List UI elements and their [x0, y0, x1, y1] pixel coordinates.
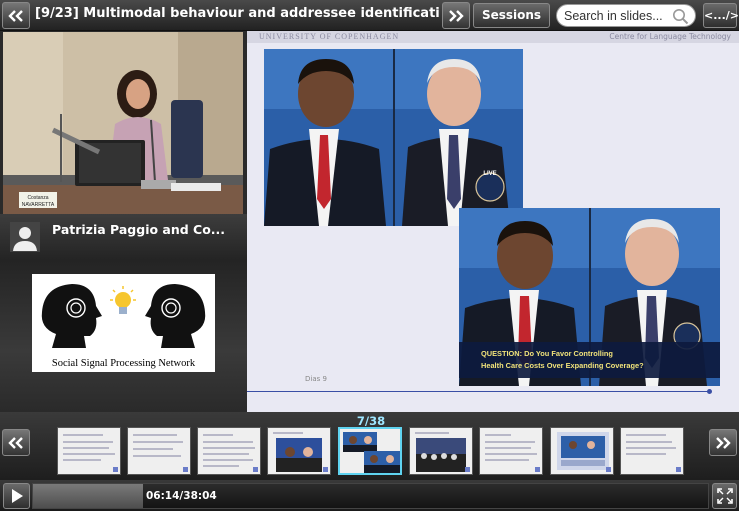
slide-viewer: UNIVERSITY OF COPENHAGEN Centre for Lang… — [247, 31, 739, 412]
slide-thumbnail[interactable] — [409, 427, 473, 475]
prev-slide-button[interactable] — [2, 2, 30, 29]
sspnet-logo[interactable]: Social Signal Processing Network — [32, 274, 215, 372]
next-slide-button[interactable] — [442, 2, 470, 29]
slide-counter: 7/38 — [356, 414, 386, 428]
thumbnails-next-button[interactable] — [709, 429, 737, 456]
sessions-button[interactable]: Sessions — [473, 3, 550, 28]
slide-footer-dot — [707, 389, 712, 394]
slide-thumbnail[interactable] — [127, 427, 191, 475]
prev-slide-icon — [8, 436, 23, 449]
live-badge: LIVE — [483, 171, 496, 177]
slide-thumbnail[interactable] — [550, 427, 614, 475]
slide-header-left: UNIVERSITY OF COPENHAGEN — [259, 32, 400, 41]
speaker-name: Patrizia Paggio and Co... — [52, 222, 226, 237]
svg-text:NAVARRETTA: NAVARRETTA — [22, 202, 55, 208]
search-box[interactable] — [556, 4, 696, 27]
player-controls: 06:14/38:04 — [0, 480, 739, 511]
embed-button[interactable]: <.../> — [703, 3, 739, 28]
prev-slide-icon — [8, 9, 23, 22]
slide-thumbnail-active[interactable] — [338, 427, 402, 475]
slide-caption-line-2: Health Care Costs Over Expanding Coverag… — [481, 361, 644, 370]
slide-header: UNIVERSITY OF COPENHAGEN Centre for Lang… — [247, 31, 739, 43]
slide-thumbnail[interactable] — [57, 427, 121, 475]
slide-header-right: Centre for Language Technology — [609, 32, 731, 41]
debate-photo-1: LIVE — [264, 49, 523, 226]
seek-bar-progress — [33, 484, 144, 508]
next-slide-icon — [449, 9, 464, 22]
top-bar: [9/23] Multimodal behaviour and addresse… — [0, 0, 739, 31]
speaker-info: Patrizia Paggio and Co... — [0, 214, 247, 260]
seek-bar[interactable]: 06:14/38:04 — [32, 483, 709, 509]
fullscreen-icon — [716, 488, 733, 504]
slide-thumbnail[interactable] — [479, 427, 543, 475]
sspnet-caption: Social Signal Processing Network — [51, 358, 196, 369]
fullscreen-button[interactable] — [712, 483, 737, 509]
thumbnails-prev-button[interactable] — [2, 429, 30, 456]
lecture-title: [9/23] Multimodal behaviour and addresse… — [35, 6, 440, 21]
slide-footer: Dias 9 — [305, 375, 327, 383]
slide-footer-line — [247, 391, 709, 392]
sspnet-logo-graphic — [41, 284, 206, 348]
speaker-video[interactable]: Costanza NAVARRETTA — [3, 32, 243, 214]
search-icon[interactable] — [672, 8, 689, 25]
slide-thumbnail[interactable] — [197, 427, 261, 475]
slide-thumbnail[interactable] — [620, 427, 684, 475]
user-avatar-icon — [10, 222, 40, 252]
svg-text:Costanza: Costanza — [27, 195, 48, 201]
play-icon — [11, 489, 23, 503]
next-slide-icon — [716, 436, 731, 449]
time-display: 06:14/38:04 — [146, 490, 217, 502]
thumbnail-strip: 7/38 — [0, 412, 739, 480]
debate-photo-2: QUESTION: Do You Favor Controlling Healt… — [459, 208, 720, 386]
sponsor-area: Social Signal Processing Network — [0, 260, 247, 412]
slide-thumbnail[interactable] — [267, 427, 331, 475]
slide-caption-line-1: QUESTION: Do You Favor Controlling — [481, 349, 613, 358]
speaker-video-frame: Costanza NAVARRETTA — [3, 32, 243, 214]
play-button[interactable] — [3, 483, 30, 509]
search-input[interactable] — [564, 8, 672, 24]
